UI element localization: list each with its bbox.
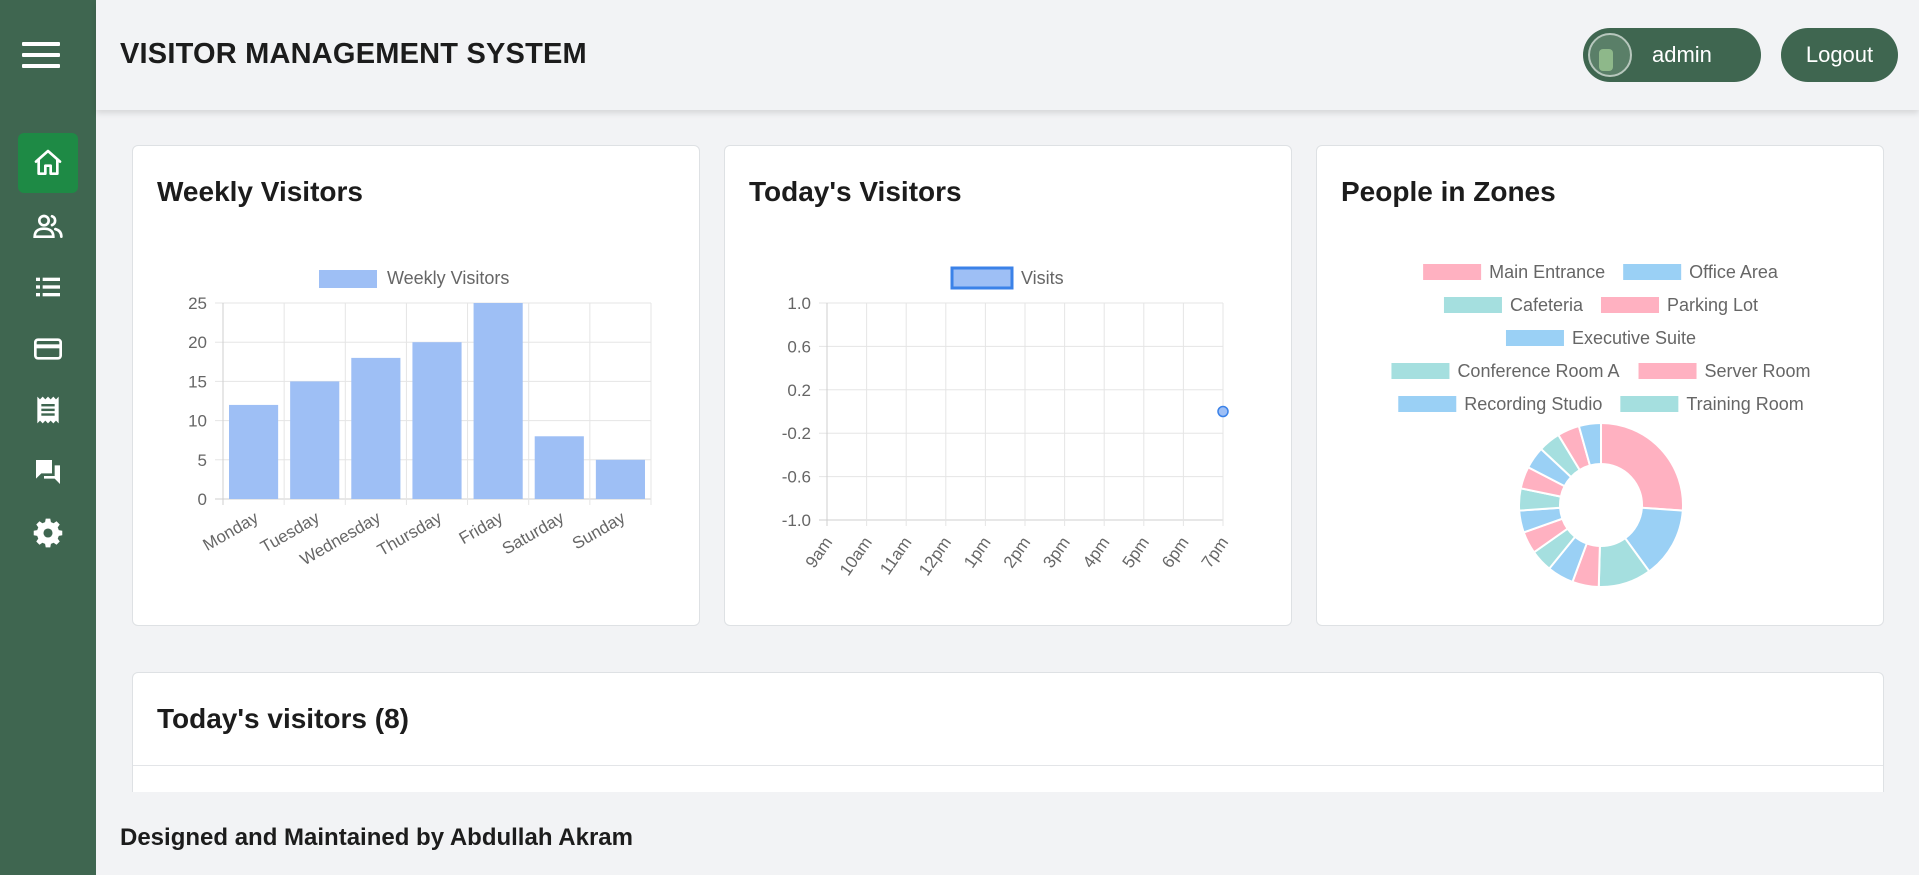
- legend-label: Training Room: [1686, 394, 1803, 414]
- legend-label: Office Area: [1689, 262, 1779, 282]
- logout-button[interactable]: Logout: [1781, 28, 1898, 82]
- legend-swatch: [1638, 363, 1697, 379]
- x-tick-label: 11am: [876, 533, 915, 578]
- bar: [412, 342, 462, 499]
- x-tick-label: 3pm: [1039, 533, 1074, 571]
- y-tick-label: 0.2: [787, 381, 811, 400]
- bar: [595, 459, 645, 499]
- bar: [473, 303, 523, 499]
- y-tick-label: 0.6: [787, 337, 811, 356]
- legend-label: Parking Lot: [1667, 295, 1758, 315]
- divider: [133, 765, 1883, 766]
- legend-label: Weekly Visitors: [387, 268, 509, 288]
- bar: [351, 357, 401, 499]
- x-tick-label: 2pm: [1000, 533, 1035, 571]
- weekly-visitors-card: Weekly Visitors Weekly Visitors 0 5 10 15 20 2…: [132, 145, 700, 626]
- y-tick-label: 10: [188, 412, 207, 431]
- y-tick-label: 25: [188, 294, 207, 313]
- legend-swatch: [1620, 396, 1679, 412]
- x-tick-label: 12pm: [915, 533, 955, 579]
- footer-credit: Designed and Maintained by Abdullah Akra…: [120, 824, 633, 851]
- gear-icon: [33, 518, 63, 548]
- people-icon: [33, 214, 63, 238]
- user-name: admin: [1652, 42, 1712, 67]
- legend-swatch: [319, 270, 377, 288]
- x-tick-label: Monday: [200, 508, 262, 555]
- footer: Designed and Maintained by Abdullah Akra…: [96, 792, 1919, 875]
- y-tick-label: 0: [198, 490, 207, 509]
- user-menu-button[interactable]: admin: [1583, 28, 1761, 82]
- receipt-icon: [37, 396, 59, 424]
- x-tick-label: 9am: [802, 533, 837, 571]
- avatar: [1588, 33, 1632, 77]
- home-icon: [34, 149, 62, 175]
- x-tick-label: 5pm: [1119, 533, 1154, 571]
- legend-swatch: [950, 266, 1014, 290]
- sidebar-item-list[interactable]: [18, 257, 78, 317]
- legend-label: Server Room: [1705, 361, 1811, 381]
- sidebar-item-cards[interactable]: [18, 319, 78, 379]
- y-tick-label: -0.2: [782, 424, 811, 443]
- data-point: [1217, 405, 1229, 418]
- x-tick-label: 4pm: [1079, 533, 1114, 571]
- legend-label: Recording Studio: [1464, 394, 1602, 414]
- x-tick-label: 6pm: [1158, 533, 1193, 571]
- legend-label: Executive Suite: [1572, 328, 1696, 348]
- menu-toggle-icon[interactable]: [22, 42, 60, 68]
- sidebar-item-messages[interactable]: [18, 442, 78, 502]
- todays-visitors-card: Today's Visitors Visits 1.0 0.6 0.2 -0.2 -0.6…: [724, 145, 1292, 626]
- y-tick-label: 20: [188, 333, 207, 352]
- list-icon: [36, 277, 60, 297]
- legend-swatch: [1505, 330, 1564, 346]
- legend-label: Cafeteria: [1510, 295, 1584, 315]
- legend-swatch: [1423, 264, 1482, 280]
- bar: [229, 404, 279, 499]
- legend-swatch: [1443, 297, 1502, 313]
- x-tick-label: 10am: [836, 533, 876, 579]
- top-header: VISITOR MANAGEMENT SYSTEM admin Logout: [96, 0, 1919, 110]
- y-tick-label: 15: [188, 372, 207, 391]
- weekly-visitors-chart: Weekly Visitors0510152025MondayTuesdayWe…: [188, 268, 652, 569]
- sidebar-item-receipts[interactable]: [18, 380, 78, 440]
- x-tick-label: Thursday: [374, 508, 445, 560]
- credit-card-icon: [34, 338, 62, 360]
- x-tick-label: 7pm: [1198, 533, 1233, 571]
- legend-swatch: [1600, 297, 1659, 313]
- sidebar-item-settings[interactable]: [18, 503, 78, 563]
- bar: [290, 381, 340, 499]
- app-title: VISITOR MANAGEMENT SYSTEM: [120, 38, 587, 70]
- x-tick-label: 1pm: [960, 533, 995, 571]
- legend-label: Conference Room A: [1457, 361, 1619, 381]
- legend-swatch: [1398, 396, 1457, 412]
- donut-slice: [1600, 421, 1684, 512]
- legend-swatch: [1623, 264, 1682, 280]
- bar: [534, 436, 584, 499]
- chat-icon: [36, 460, 60, 484]
- sidebar-item-visitors[interactable]: [18, 196, 78, 256]
- sidebar: [0, 0, 96, 875]
- people-in-zones-card: People in Zones Main Entrance Office Area…: [1316, 145, 1884, 626]
- legend-label: Main Entrance: [1489, 262, 1605, 282]
- todays-visitors-section-title: Today's visitors (8): [157, 703, 409, 734]
- y-tick-label: 1.0: [787, 294, 811, 313]
- people-in-zones-chart: Main Entrance Office Area Cafeteria Parking…: [1391, 262, 1811, 588]
- y-tick-label: -0.6: [782, 468, 811, 487]
- x-tick-label: Saturday: [499, 508, 568, 559]
- sidebar-item-home[interactable]: [18, 133, 78, 193]
- legend-swatch: [1391, 363, 1450, 379]
- legend-label: Visits: [1021, 268, 1064, 288]
- todays-visitors-chart: Visits 1.0 0.6 0.2 -0.2 -0.6 -1.0 9am 10am 11am 12…: [782, 266, 1233, 579]
- y-tick-label: -1.0: [782, 511, 811, 530]
- y-tick-label: 5: [198, 451, 207, 470]
- x-tick-label: Sunday: [569, 508, 629, 554]
